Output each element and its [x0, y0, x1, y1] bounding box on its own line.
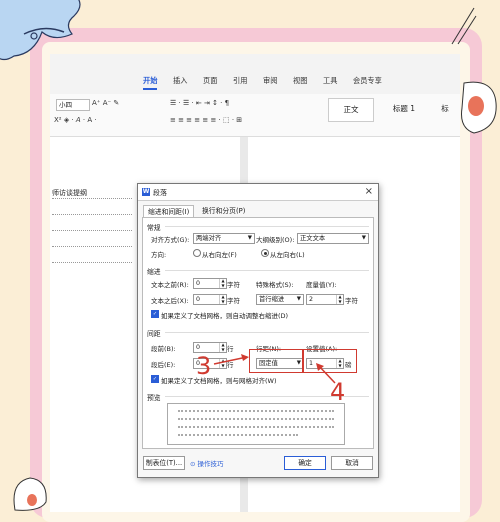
arrow-3-head: [241, 354, 249, 361]
annotation-arrows: [213, 354, 336, 384]
arrow-3: [213, 356, 248, 365]
